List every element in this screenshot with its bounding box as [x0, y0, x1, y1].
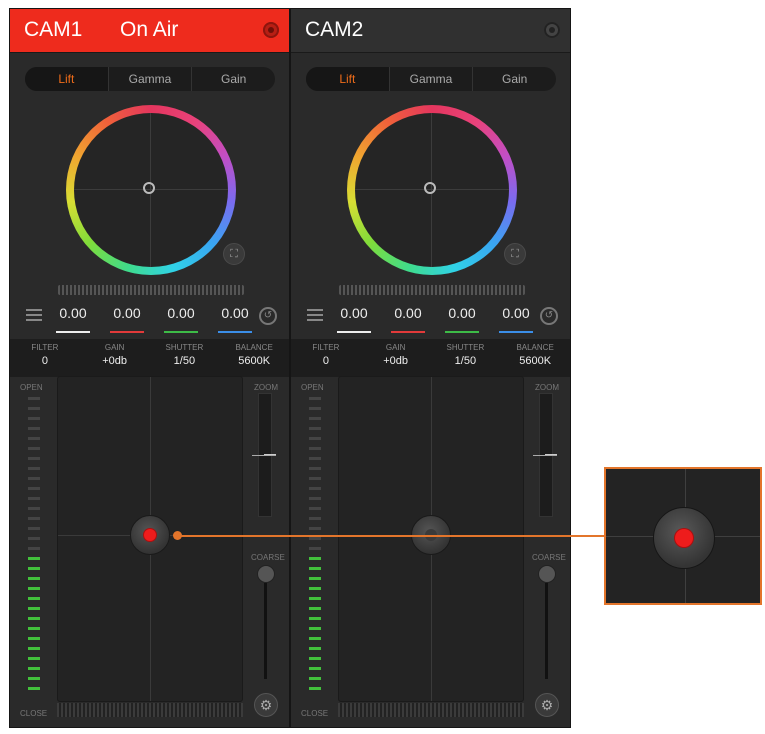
gain-setting[interactable]: GAIN +0db	[361, 339, 431, 377]
camera-panel-cam1: CAM1 On Air Lift Gamma Gain ⛶ 0.00 0.00 …	[9, 8, 290, 728]
camera-header[interactable]: CAM2	[291, 9, 570, 53]
coarse-handle[interactable]	[538, 565, 556, 583]
gain-label: GAIN	[385, 343, 406, 352]
gain-value: +0db	[383, 355, 409, 367]
iris-meter	[309, 397, 323, 697]
color-tabs: Lift Gamma Gain	[25, 67, 275, 91]
coarse-track[interactable]	[545, 583, 548, 679]
balance-label: BALANCE	[235, 343, 273, 352]
iris-pedestal-joystick[interactable]	[338, 376, 524, 702]
filter-label: FILTER	[31, 343, 59, 352]
filter-label: FILTER	[312, 343, 340, 352]
red-value[interactable]: 0.00	[108, 305, 146, 333]
balance-setting[interactable]: BALANCE 5600K	[219, 339, 289, 377]
close-meter	[338, 703, 524, 717]
camera-panel-cam2: CAM2 Lift Gamma Gain ⛶ 0.00 0.00 0.00 0.…	[290, 8, 571, 728]
balance-value: 5600K	[519, 355, 552, 367]
menu-icon[interactable]	[307, 309, 323, 323]
camera-name: CAM2	[305, 18, 364, 41]
color-wheel-handle[interactable]	[143, 182, 155, 194]
camera-settings-button[interactable]	[544, 22, 560, 38]
blue-value[interactable]: 0.00	[497, 305, 535, 333]
color-values: 0.00 0.00 0.00 0.00	[335, 305, 535, 333]
shutter-setting[interactable]: SHUTTER 1/50	[150, 339, 220, 377]
blue-value[interactable]: 0.00	[216, 305, 254, 333]
iris-meter	[28, 397, 42, 697]
color-values: 0.00 0.00 0.00 0.00	[54, 305, 254, 333]
callout-dot	[173, 531, 182, 540]
filter-value: 0	[322, 355, 329, 367]
tab-gain[interactable]: Gain	[192, 67, 275, 91]
master-level-slider[interactable]	[339, 285, 525, 295]
shutter-label: SHUTTER	[446, 343, 485, 352]
color-tabs: Lift Gamma Gain	[306, 67, 556, 91]
close-meter	[57, 703, 243, 717]
zoom-center-mark	[533, 455, 557, 456]
color-wheel-handle[interactable]	[424, 182, 436, 194]
shutter-value: 1/50	[173, 355, 196, 367]
balance-setting[interactable]: BALANCE 5600K	[500, 339, 570, 377]
tab-lift[interactable]: Lift	[25, 67, 109, 91]
iris-open-label: OPEN	[301, 383, 324, 392]
on-air-indicator	[144, 529, 156, 541]
on-air-label: On Air	[120, 18, 179, 41]
zoomed-on-air-indicator	[675, 529, 693, 547]
luma-value[interactable]: 0.00	[335, 305, 373, 333]
zoom-label: ZOOM	[254, 383, 278, 392]
filter-setting[interactable]: FILTER 0	[10, 339, 80, 377]
menu-icon[interactable]	[26, 309, 42, 323]
camera-settings-bar: FILTER 0 GAIN +0db SHUTTER 1/50 BALANCE 5600…	[291, 339, 570, 377]
undo-icon[interactable]: ↺	[540, 307, 558, 325]
red-value[interactable]: 0.00	[389, 305, 427, 333]
zoomed-joystick-knob	[653, 507, 715, 569]
tab-gamma[interactable]: Gamma	[390, 67, 474, 91]
camera-settings-bar: FILTER 0 GAIN +0db SHUTTER 1/50 BALANCE 5600…	[10, 339, 289, 377]
green-value[interactable]: 0.00	[162, 305, 200, 333]
tab-gamma[interactable]: Gamma	[109, 67, 193, 91]
master-level-slider[interactable]	[58, 285, 244, 295]
focus-gear-icon[interactable]: ⚙	[535, 693, 559, 717]
coarse-track[interactable]	[264, 583, 267, 679]
iris-open-label: OPEN	[20, 383, 43, 392]
coarse-label: COARSE	[532, 553, 566, 562]
iris-close-label: CLOSE	[20, 709, 48, 718]
camera-settings-button[interactable]	[263, 22, 279, 38]
focus-gear-icon[interactable]: ⚙	[254, 693, 278, 717]
wheel-reset-icon[interactable]: ⛶	[504, 243, 526, 265]
zoom-center-mark	[252, 455, 276, 456]
coarse-label: COARSE	[251, 553, 285, 562]
shutter-setting[interactable]: SHUTTER 1/50	[431, 339, 501, 377]
gain-label: GAIN	[104, 343, 125, 352]
tab-lift[interactable]: Lift	[306, 67, 390, 91]
iris-close-label: CLOSE	[301, 709, 329, 718]
gain-setting[interactable]: GAIN +0db	[80, 339, 150, 377]
callout-line	[176, 535, 607, 537]
balance-label: BALANCE	[516, 343, 554, 352]
green-value[interactable]: 0.00	[443, 305, 481, 333]
gain-value: +0db	[102, 355, 128, 367]
shutter-value: 1/50	[454, 355, 477, 367]
camera-header[interactable]: CAM1 On Air	[10, 9, 289, 53]
filter-setting[interactable]: FILTER 0	[291, 339, 361, 377]
zoom-label: ZOOM	[535, 383, 559, 392]
tab-gain[interactable]: Gain	[473, 67, 556, 91]
camera-name: CAM1	[24, 18, 83, 41]
coarse-handle[interactable]	[257, 565, 275, 583]
color-wheel[interactable]: ⛶	[66, 105, 245, 275]
wheel-reset-icon[interactable]: ⛶	[223, 243, 245, 265]
undo-icon[interactable]: ↺	[259, 307, 277, 325]
callout-zoom-box	[604, 467, 762, 605]
color-wheel[interactable]: ⛶	[347, 105, 526, 275]
luma-value[interactable]: 0.00	[54, 305, 92, 333]
iris-pedestal-joystick[interactable]	[57, 376, 243, 702]
filter-value: 0	[41, 355, 48, 367]
joystick-knob[interactable]	[130, 515, 170, 555]
shutter-label: SHUTTER	[165, 343, 204, 352]
balance-value: 5600K	[238, 355, 271, 367]
